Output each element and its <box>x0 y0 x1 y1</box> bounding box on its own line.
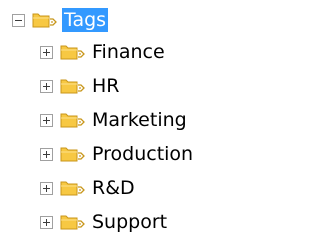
tag-folder-icon <box>60 113 85 128</box>
tag-folder-icon <box>60 181 85 196</box>
tag-folder-icon <box>60 147 85 162</box>
tag-tree: Tags Finance HR Marketing Production R&D… <box>0 0 243 252</box>
tree-node-label[interactable]: Finance <box>90 40 167 64</box>
tree-node-finance[interactable]: Finance <box>40 36 167 68</box>
expand-toggle-icon[interactable] <box>40 147 53 161</box>
tag-folder-icon <box>60 45 85 60</box>
tree-node-label-tags[interactable]: Tags <box>62 8 109 32</box>
tree-node-tags[interactable]: Tags <box>12 4 109 36</box>
tree-node-label[interactable]: R&D <box>90 176 137 200</box>
expand-toggle-icon[interactable] <box>40 181 53 195</box>
tree-node-rnd[interactable]: R&D <box>40 172 137 204</box>
tree-node-hr[interactable]: HR <box>40 70 122 102</box>
expand-toggle-icon[interactable] <box>40 45 53 59</box>
expand-toggle-icon[interactable] <box>40 79 53 93</box>
tree-node-support[interactable]: Support <box>40 206 169 238</box>
tree-node-marketing[interactable]: Marketing <box>40 104 189 136</box>
tree-node-production[interactable]: Production <box>40 138 195 170</box>
expand-toggle-icon[interactable] <box>40 215 53 229</box>
tree-node-label[interactable]: Production <box>90 142 195 166</box>
tree-node-label[interactable]: Marketing <box>90 108 189 132</box>
tag-folder-icon <box>60 79 85 94</box>
tree-node-label[interactable]: HR <box>90 74 122 98</box>
tree-node-label[interactable]: Support <box>90 210 169 234</box>
collapse-toggle-icon[interactable] <box>12 13 25 27</box>
tag-folder-icon <box>60 215 85 230</box>
expand-toggle-icon[interactable] <box>40 113 53 127</box>
tag-folder-icon <box>32 13 57 28</box>
